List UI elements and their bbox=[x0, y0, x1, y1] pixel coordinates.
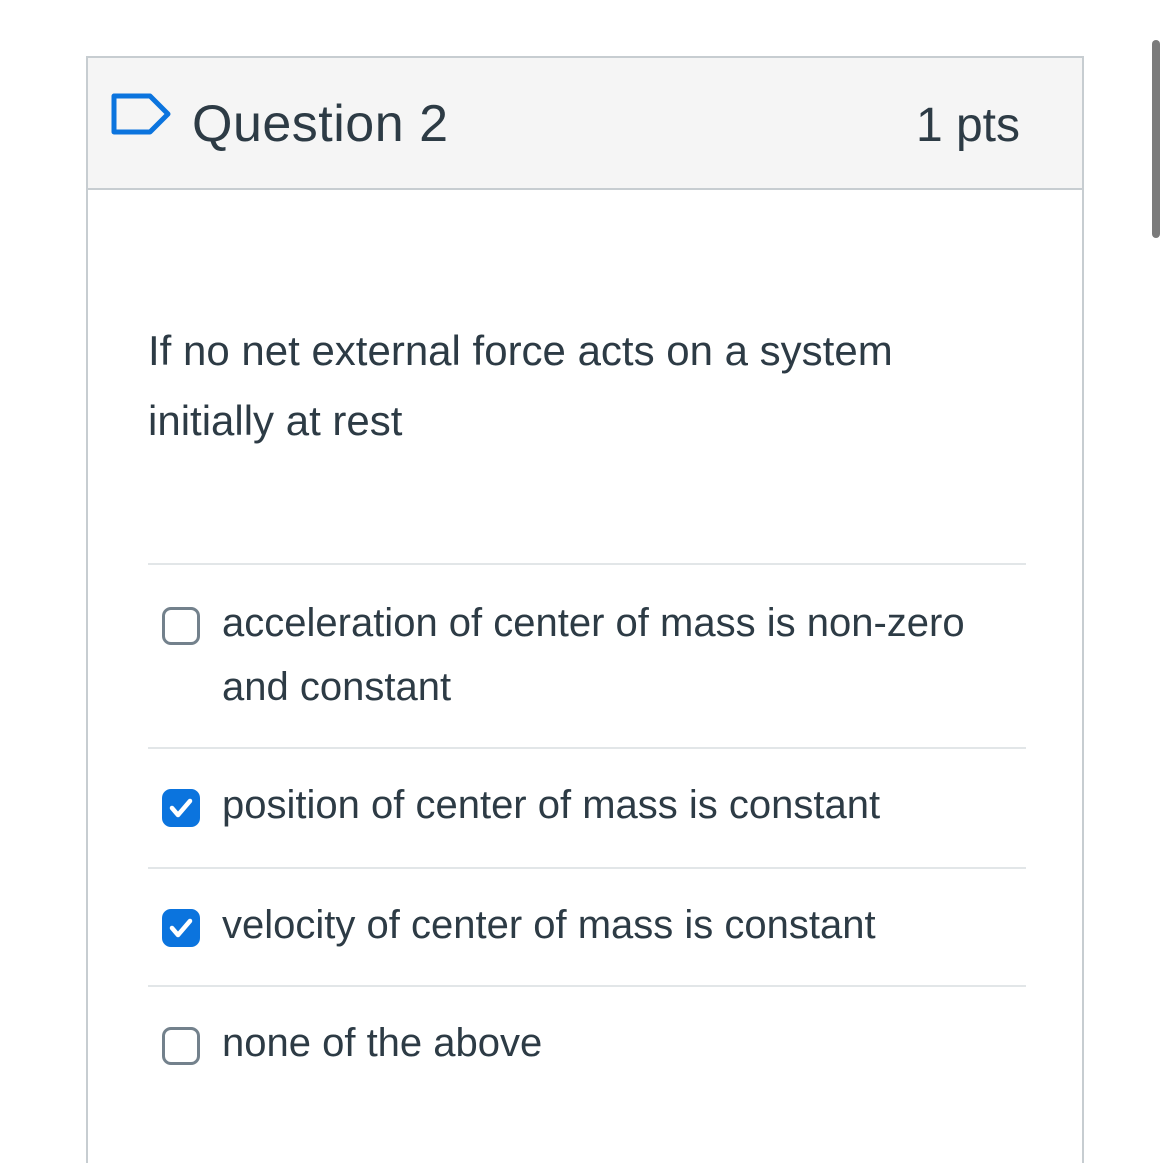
question-header: Question 2 1 pts bbox=[88, 58, 1082, 190]
checkbox-checked[interactable] bbox=[162, 909, 200, 947]
answer-option[interactable]: acceleration of center of mass is non-ze… bbox=[148, 563, 1026, 747]
checkbox-checked[interactable] bbox=[162, 789, 200, 827]
answer-label[interactable]: velocity of center of mass is constant bbox=[222, 893, 1012, 957]
checkbox[interactable] bbox=[162, 1027, 200, 1065]
flag-outline-icon[interactable] bbox=[110, 92, 172, 136]
answer-option[interactable]: none of the above bbox=[148, 985, 1026, 1105]
quiz-page: Question 2 1 pts If no net external forc… bbox=[0, 0, 1170, 1163]
question-points: 1 pts bbox=[915, 99, 1020, 152]
checkbox[interactable] bbox=[162, 607, 200, 645]
checkmark-icon bbox=[169, 918, 193, 938]
answer-option[interactable]: position of center of mass is constant bbox=[148, 747, 1026, 867]
question-card: Question 2 1 pts If no net external forc… bbox=[86, 56, 1084, 1163]
checkmark-icon bbox=[169, 798, 193, 818]
question-text: If no net external force acts on a syste… bbox=[148, 327, 893, 444]
question-title: Question 2 bbox=[192, 95, 449, 153]
answer-label[interactable]: acceleration of center of mass is non-ze… bbox=[222, 591, 1012, 719]
scrollbar[interactable] bbox=[1152, 40, 1160, 238]
answer-label[interactable]: position of center of mass is constant bbox=[222, 773, 1012, 837]
answer-option[interactable]: velocity of center of mass is constant bbox=[148, 867, 1026, 985]
answer-label[interactable]: none of the above bbox=[222, 1011, 1012, 1075]
answer-list: acceleration of center of mass is non-ze… bbox=[148, 563, 1026, 1105]
